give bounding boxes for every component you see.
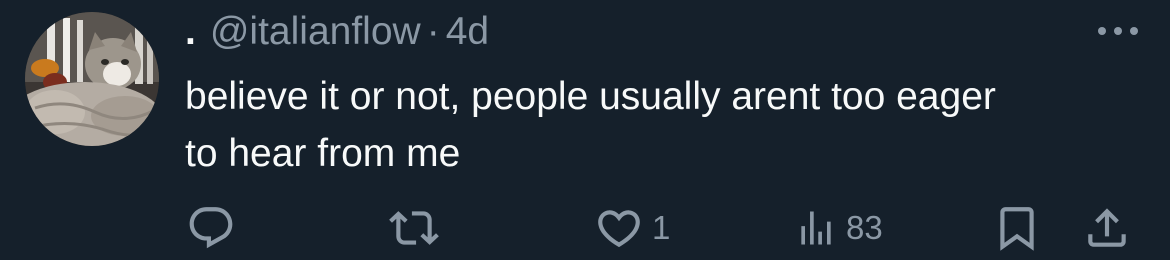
heart-icon (598, 210, 640, 248)
retweet-icon (389, 211, 439, 245)
more-options-button[interactable] (1092, 16, 1144, 46)
reply-button[interactable] (186, 200, 236, 256)
share-button[interactable] (1082, 200, 1132, 256)
timestamp[interactable]: 4d (446, 10, 489, 54)
display-name[interactable]: . (185, 10, 196, 54)
views-count: 83 (846, 209, 883, 246)
tweet-header: . @italianflow · 4d (185, 10, 489, 58)
tweet[interactable]: . @italianflow · 4d believe it or not, p… (0, 0, 1170, 260)
more-icon (1098, 27, 1138, 35)
bookmark-button[interactable] (992, 200, 1042, 256)
views-button[interactable]: 83 (794, 200, 883, 256)
bookmark-icon (1000, 207, 1034, 251)
like-button[interactable]: 1 (594, 200, 670, 256)
share-icon (1088, 208, 1126, 247)
views-chart-icon (801, 211, 831, 245)
header-separator: · (426, 10, 440, 53)
reply-icon (189, 207, 233, 249)
retweet-button[interactable] (387, 200, 441, 256)
like-count: 1 (652, 209, 671, 246)
tweet-text: believe it or not, people usually arent … (185, 75, 996, 175)
avatar-image (25, 12, 159, 146)
handle[interactable]: @italianflow (210, 10, 421, 54)
action-bar: 1 83 (0, 200, 1170, 256)
avatar[interactable] (25, 12, 159, 146)
